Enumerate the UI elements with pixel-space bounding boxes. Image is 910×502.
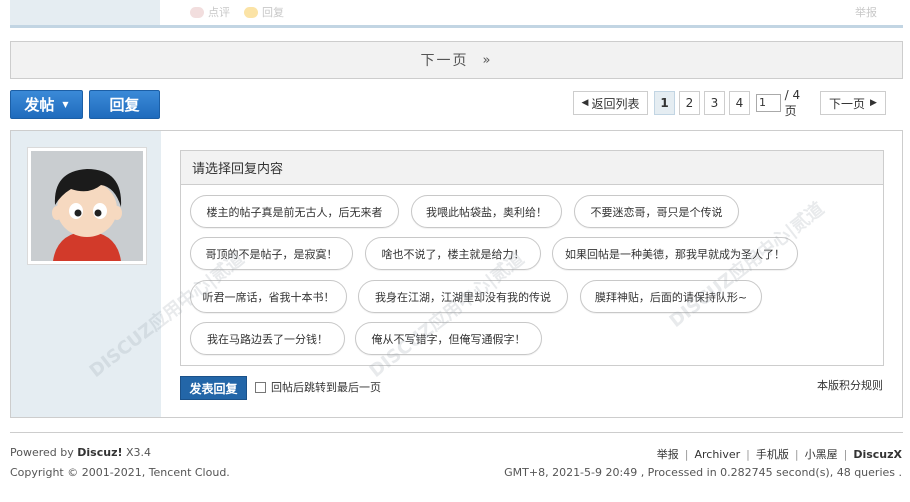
pagination: ◀ 返回列表 1 2 3 4 1 / 4 页 下一页 ▶ <box>569 88 886 118</box>
powered-prefix: Powered by <box>10 446 74 459</box>
back-to-list-button[interactable]: ◀ 返回列表 <box>573 91 648 115</box>
quick-reply-option[interactable]: 我身在江湖，江湖里却没有我的传说 <box>358 280 568 313</box>
avatar[interactable] <box>27 147 147 265</box>
submit-reply-button[interactable]: 发表回复 <box>180 376 247 400</box>
next-page-label: 下一页 <box>420 53 469 69</box>
quick-reply-option[interactable]: 不要迷恋哥，哥只是个传说 <box>574 195 739 228</box>
powered-version: X3.4 <box>126 446 152 459</box>
quick-reply-option[interactable]: 俺从不写错字，但俺写通假字！ <box>355 322 542 355</box>
reply-button[interactable]: 回复 <box>89 90 160 119</box>
footer-link-report[interactable]: 举报 <box>657 446 679 462</box>
quick-reply-option[interactable]: 楼主的帖子真是前无古人，后无来者 <box>190 195 399 228</box>
footer-stats: GMT+8, 2021-5-9 20:49 , Processed in 0.2… <box>504 466 902 479</box>
page-link-3[interactable]: 3 <box>704 91 725 115</box>
quick-reply-box: 请选择回复内容 楼主的帖子真是前无古人，后无来者 我喂此帖袋盐，奥利给！ 不要迷… <box>180 150 884 366</box>
quick-reply-title: 请选择回复内容 <box>181 151 883 185</box>
new-post-label: 发帖 <box>24 96 55 114</box>
footer-link-mobile[interactable]: 手机版 <box>756 446 789 462</box>
divider: | <box>746 447 750 461</box>
quick-reply-option[interactable]: 啥也不说了，楼主就是给力！ <box>365 237 541 270</box>
next-page-button-label: 下一页 <box>829 96 866 111</box>
quick-reply-option[interactable]: 哥顶的不是帖子，是寂寞！ <box>190 237 353 270</box>
footer-brand[interactable]: DiscuzX <box>853 448 902 461</box>
page-link-4[interactable]: 4 <box>729 91 750 115</box>
jump-checkbox[interactable] <box>255 381 266 393</box>
reply-action[interactable]: 回复 <box>244 4 284 20</box>
quick-reply-option[interactable]: 如果回帖是一种美德，那我早就成为圣人了！ <box>552 237 798 270</box>
reply-icon <box>244 6 258 18</box>
footer-link-blackroom[interactable]: 小黑屋 <box>805 446 838 462</box>
avatar-image <box>31 151 143 261</box>
back-to-list-label: 返回列表 <box>591 96 640 111</box>
user-sidebar <box>11 131 161 417</box>
next-page-button[interactable]: 下一页 ▶ <box>820 91 886 115</box>
double-chevron-icon: » <box>482 52 493 68</box>
quick-reply-option[interactable]: 我在马路边丢了一分钱！ <box>190 322 345 355</box>
next-page-bar[interactable]: 下一页 » <box>10 41 903 79</box>
quick-reply-option[interactable]: 膜拜神贴，后面的请保持队形~ <box>580 280 762 313</box>
triangle-right-icon: ▶ <box>870 98 877 108</box>
footer-link-archiver[interactable]: Archiver <box>694 448 740 461</box>
forum-rules-link[interactable]: 本版积分规则 <box>817 377 883 393</box>
triangle-left-icon: ◀ <box>581 98 589 108</box>
page-link-1[interactable]: 1 <box>654 91 675 115</box>
report-link[interactable]: 举报 <box>855 4 877 20</box>
page-total: / 4 页 <box>784 87 801 118</box>
comment-icon <box>190 6 204 18</box>
new-post-button[interactable]: 发帖 ▼ <box>10 90 83 119</box>
reply-label: 回复 <box>262 6 284 19</box>
powered-brand[interactable]: Discuz! <box>77 446 122 459</box>
footer-divider <box>10 432 903 433</box>
rate-action[interactable]: 点评 <box>190 4 230 20</box>
previous-post-footer: 点评 回复 举报 <box>10 0 903 28</box>
divider: | <box>794 447 799 461</box>
quick-reply-panel: 请选择回复内容 楼主的帖子真是前无古人，后无来者 我喂此帖袋盐，奥利给！ 不要迷… <box>10 130 903 418</box>
jump-label: 回帖后跳转到最后一页 <box>271 381 381 394</box>
divider: | <box>684 447 689 461</box>
powered-by: Powered by Discuz! X3.4 <box>10 446 151 459</box>
post-actions: 点评 回复 <box>190 4 284 20</box>
rate-label: 点评 <box>208 6 230 19</box>
page-jump: 1 / 4 页 <box>754 88 814 118</box>
footer-links: 举报 | Archiver | 手机版 | 小黑屋 | DiscuzX <box>657 446 902 462</box>
quick-reply-option[interactable]: 我喂此帖袋盐，奥利给！ <box>411 195 562 228</box>
quick-reply-option[interactable]: 听君一席话，省我十本书！ <box>190 280 347 313</box>
divider: | <box>843 447 848 461</box>
jump-to-last-page[interactable]: 回帖后跳转到最后一页 <box>255 379 381 395</box>
reply-button-label: 回复 <box>109 96 140 114</box>
caret-down-icon: ▼ <box>62 100 69 109</box>
page-input[interactable]: 1 <box>756 94 781 112</box>
copyright: Copyright © 2001-2021, Tencent Cloud. <box>10 466 230 479</box>
page-link-2[interactable]: 2 <box>679 91 700 115</box>
